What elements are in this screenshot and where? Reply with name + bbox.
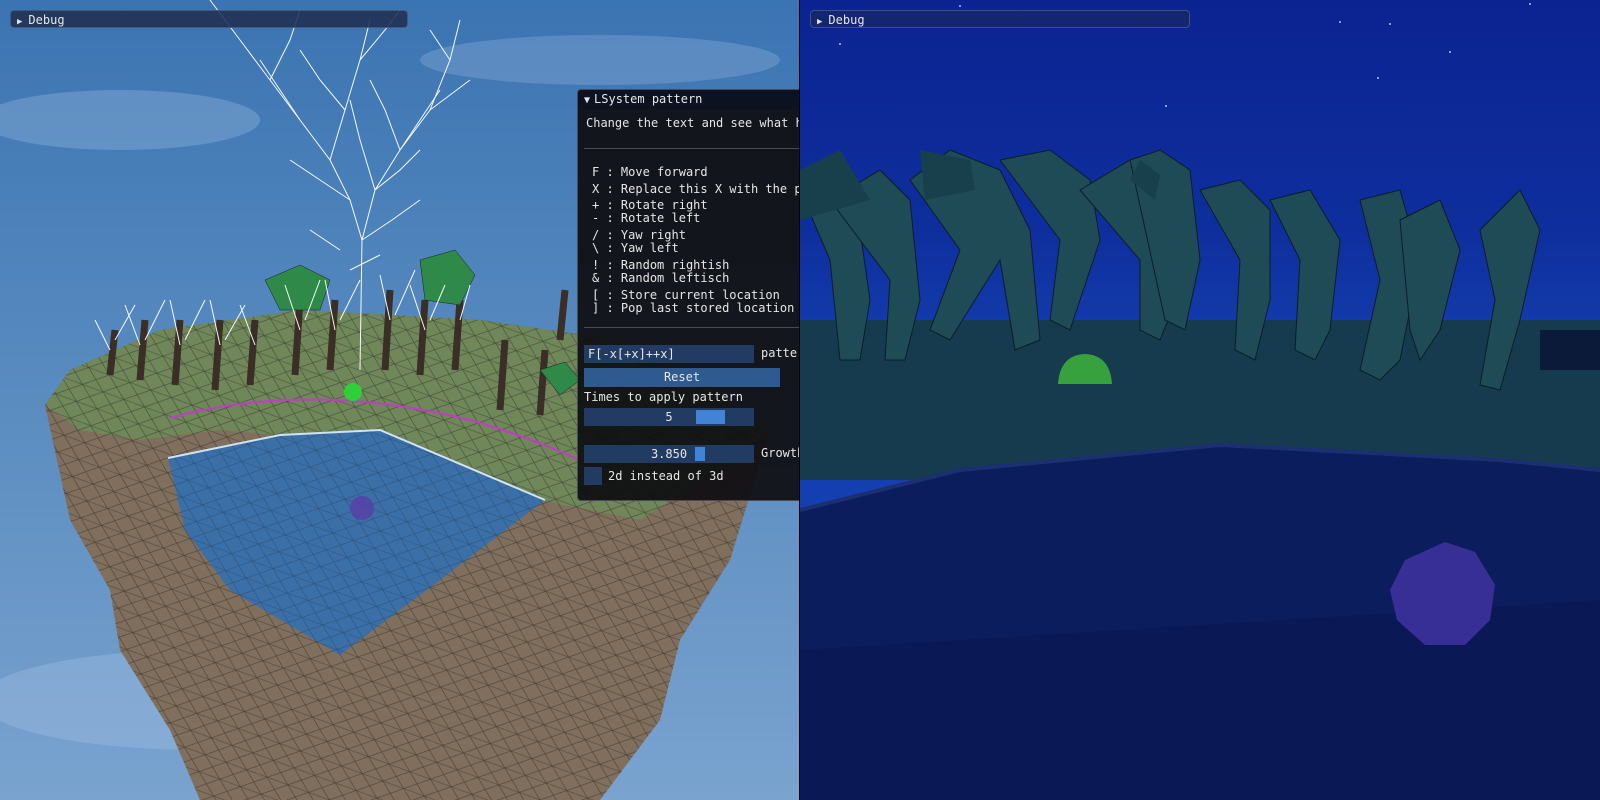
- legend-item: [ : Store current location: [592, 288, 780, 302]
- legend-item: ] : Pop last stored location: [592, 301, 795, 315]
- lsystem-window-titlebar[interactable]: ▼ LSystem pattern: [578, 90, 799, 109]
- pattern-input-label: patter: [761, 346, 799, 360]
- legend-item: ! : Random rightish: [592, 258, 730, 272]
- checkbox-2d-label: 2d instead of 3d: [608, 469, 724, 483]
- divider: [584, 148, 799, 149]
- legend-item: / : Yaw right: [592, 228, 686, 242]
- times-slider-value: 5: [665, 410, 673, 424]
- debug-window-right[interactable]: ▶ Debug: [810, 10, 1190, 28]
- growth-slider[interactable]: 3.850: [584, 445, 754, 463]
- right-scene-render: [800, 0, 1600, 800]
- collapse-arrow-icon[interactable]: ▶: [817, 17, 822, 27]
- right-viewport[interactable]: ▶ Debug: [800, 0, 1600, 800]
- times-slider[interactable]: 5: [584, 408, 754, 426]
- debug-window-title: Debug: [28, 13, 65, 27]
- intro-text: Change the text and see what ha: [586, 116, 799, 130]
- collapse-arrow-icon[interactable]: ▼: [584, 95, 590, 106]
- legend-item: X : Replace this X with the pa: [592, 182, 799, 196]
- legend-item: & : Random leftisch: [592, 271, 730, 285]
- pattern-input[interactable]: F[-x[+x]++x]: [584, 345, 754, 363]
- growth-slider-value: 3.850: [650, 447, 688, 461]
- growth-slider-label: Growth: [761, 446, 799, 460]
- legend-item: \ : Yaw left: [592, 241, 679, 255]
- reset-button[interactable]: Reset: [584, 368, 780, 387]
- times-label: Times to apply pattern: [584, 390, 743, 404]
- left-viewport[interactable]: ▶ Debug ▼ LSystem pattern Change the text …: [0, 0, 799, 800]
- divider: [584, 327, 799, 328]
- lsystem-window-title: LSystem pattern: [594, 92, 703, 106]
- legend-item: + : Rotate right: [592, 198, 708, 212]
- debug-window-title: Debug: [828, 13, 865, 27]
- legend-item: F : Move forward: [592, 165, 708, 179]
- checkbox-2d[interactable]: [584, 467, 602, 485]
- debug-window-left[interactable]: ▶ Debug: [10, 10, 408, 28]
- collapse-arrow-icon[interactable]: ▶: [17, 17, 22, 27]
- legend-item: - : Rotate left: [592, 211, 701, 225]
- lsystem-pattern-window[interactable]: ▼ LSystem pattern Change the text and see…: [577, 89, 799, 501]
